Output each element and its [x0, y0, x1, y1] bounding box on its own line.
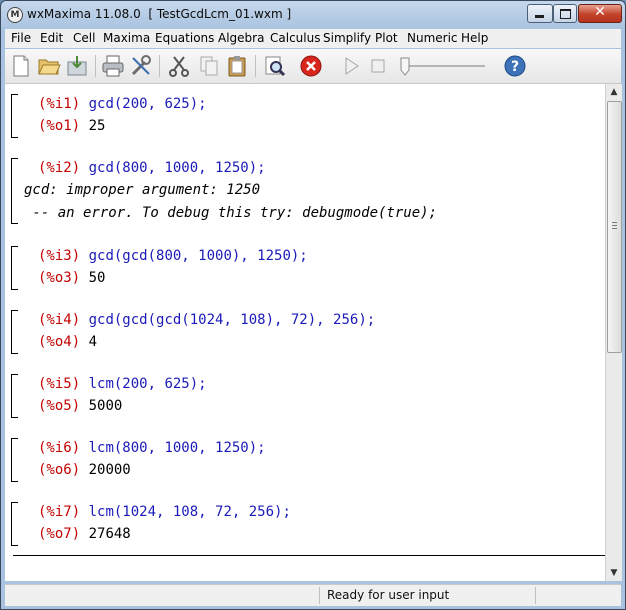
- menu-file[interactable]: File: [11, 31, 31, 45]
- new-file-icon[interactable]: [9, 54, 33, 78]
- error-message: gcd: improper argument: 1250: [24, 182, 261, 198]
- menu-simplify[interactable]: Simplify: [323, 31, 371, 45]
- interrupt-icon[interactable]: [299, 54, 323, 78]
- svg-text:?: ?: [511, 59, 519, 75]
- menu-plot[interactable]: Plot: [375, 31, 398, 45]
- error-hint: -- an error. To debug this try: debugmod…: [24, 205, 438, 221]
- input-code[interactable]: gcd(gcd(gcd(1024, 108), 72), 256);: [89, 312, 376, 328]
- menu-edit[interactable]: Edit: [40, 31, 63, 45]
- input-code[interactable]: lcm(800, 1000, 1250);: [89, 440, 266, 456]
- input-label: (%i6): [38, 440, 81, 456]
- cell-1[interactable]: (%i1) gcd(200, 625); (%o1) 25: [5, 94, 605, 140]
- grip-line: [612, 222, 617, 223]
- input-label: (%i5): [38, 376, 81, 392]
- output-label: (%o4): [38, 334, 81, 350]
- toolbar-separator: [159, 55, 160, 77]
- toolbar-separator: [255, 55, 256, 77]
- cell-bracket[interactable]: [11, 246, 18, 290]
- maximize-icon: [560, 9, 571, 19]
- input-code[interactable]: lcm(200, 625);: [89, 376, 207, 392]
- input-code[interactable]: gcd(200, 625);: [89, 96, 207, 112]
- cell-7[interactable]: (%i7) lcm(1024, 108, 72, 256); (%o7) 276…: [5, 502, 605, 548]
- menu-maxima[interactable]: Maxima: [103, 31, 150, 45]
- input-label: (%i7): [38, 504, 81, 520]
- output-label: (%o7): [38, 526, 81, 542]
- scroll-down-icon[interactable]: ▼: [606, 565, 622, 581]
- help-icon[interactable]: ?: [503, 54, 527, 78]
- menu-algebra[interactable]: Algebra: [218, 31, 264, 45]
- maxima-icon[interactable]: M: [7, 7, 23, 23]
- print-icon[interactable]: [101, 54, 125, 78]
- app-window: M wxMaxima 11.08.0 [ TestGcdLcm_01.wxm ]…: [0, 0, 626, 610]
- configure-icon[interactable]: [129, 54, 153, 78]
- cut-icon[interactable]: [167, 54, 191, 78]
- output-value: 25: [88, 118, 106, 134]
- minimize-button[interactable]: [527, 4, 553, 23]
- input-code[interactable]: gcd(gcd(800, 1000), 1250);: [89, 248, 308, 264]
- close-button[interactable]: ✕: [578, 4, 622, 23]
- save-icon[interactable]: [65, 54, 89, 78]
- cell-bracket[interactable]: [11, 310, 18, 354]
- input-label: (%i1): [38, 96, 81, 112]
- cell-bracket[interactable]: [11, 438, 18, 482]
- cell-bracket[interactable]: [11, 374, 18, 418]
- output-value: 50: [88, 270, 106, 286]
- cell-5[interactable]: (%i5) lcm(200, 625); (%o5) 5000: [5, 374, 605, 420]
- menu-calculus[interactable]: Calculus: [270, 31, 320, 45]
- title-bar[interactable]: M wxMaxima 11.08.0 [ TestGcdLcm_01.wxm ]…: [1, 1, 625, 29]
- close-icon: ✕: [594, 4, 606, 20]
- grip-line: [612, 225, 617, 226]
- status-divider: [535, 587, 536, 604]
- scrollbar-thumb[interactable]: [607, 101, 622, 353]
- cell-bracket[interactable]: [11, 94, 18, 138]
- menu-numeric[interactable]: Numeric: [407, 31, 458, 45]
- cell-6[interactable]: (%i6) lcm(800, 1000, 1250); (%o6) 20000: [5, 438, 605, 484]
- output-value: 5000: [88, 398, 123, 414]
- menu-bar: File Edit Cell Maxima Equations Algebra …: [5, 29, 621, 48]
- status-divider: [319, 587, 320, 604]
- cell-bracket[interactable]: [11, 502, 18, 546]
- output-label: (%o5): [38, 398, 81, 414]
- maximize-button[interactable]: [553, 4, 577, 23]
- input-code[interactable]: gcd(800, 1000, 1250);: [89, 160, 266, 176]
- output-value: 27648: [88, 526, 131, 542]
- menu-help[interactable]: Help: [461, 31, 488, 45]
- slider-icon[interactable]: [397, 54, 489, 78]
- paste-icon[interactable]: [225, 54, 249, 78]
- open-folder-icon[interactable]: [37, 54, 61, 78]
- scroll-up-icon[interactable]: ▲: [606, 84, 622, 100]
- vertical-scrollbar[interactable]: ▲ ▼: [605, 84, 622, 581]
- window-title: wxMaxima 11.08.0 [ TestGcdLcm_01.wxm ]: [27, 7, 292, 21]
- toolbar: ?: [5, 49, 621, 84]
- output-value: 4: [88, 334, 98, 350]
- cell-2[interactable]: (%i2) gcd(800, 1000, 1250); gcd: imprope…: [5, 158, 605, 226]
- output-label: (%o6): [38, 462, 81, 478]
- toolbar-separator: [95, 55, 96, 77]
- status-text: Ready for user input: [327, 588, 450, 602]
- output-label: (%o1): [38, 118, 81, 134]
- menu-equations[interactable]: Equations: [155, 31, 214, 45]
- input-label: (%i3): [38, 248, 81, 264]
- grip-line: [612, 228, 617, 229]
- input-label: (%i4): [38, 312, 81, 328]
- worksheet[interactable]: (%i1) gcd(200, 625); (%o1) 25 (%i2) gcd(…: [5, 84, 605, 581]
- input-label: (%i2): [38, 160, 81, 176]
- play-icon[interactable]: [339, 54, 363, 78]
- cell-3[interactable]: (%i3) gcd(gcd(800, 1000), 1250); (%o3) 5…: [5, 246, 605, 292]
- output-label: (%o3): [38, 270, 81, 286]
- input-code[interactable]: lcm(1024, 108, 72, 256);: [89, 504, 291, 520]
- copy-icon[interactable]: [197, 54, 221, 78]
- status-bar: Ready for user input: [5, 584, 621, 606]
- cursor-line[interactable]: [13, 555, 605, 556]
- minimize-icon: [535, 15, 544, 18]
- cell-4[interactable]: (%i4) gcd(gcd(gcd(1024, 108), 72), 256);…: [5, 310, 605, 356]
- menu-cell[interactable]: Cell: [73, 31, 95, 45]
- cell-bracket[interactable]: [11, 158, 18, 224]
- stop-icon[interactable]: [366, 54, 390, 78]
- output-value: 20000: [88, 462, 131, 478]
- find-icon[interactable]: [263, 54, 287, 78]
